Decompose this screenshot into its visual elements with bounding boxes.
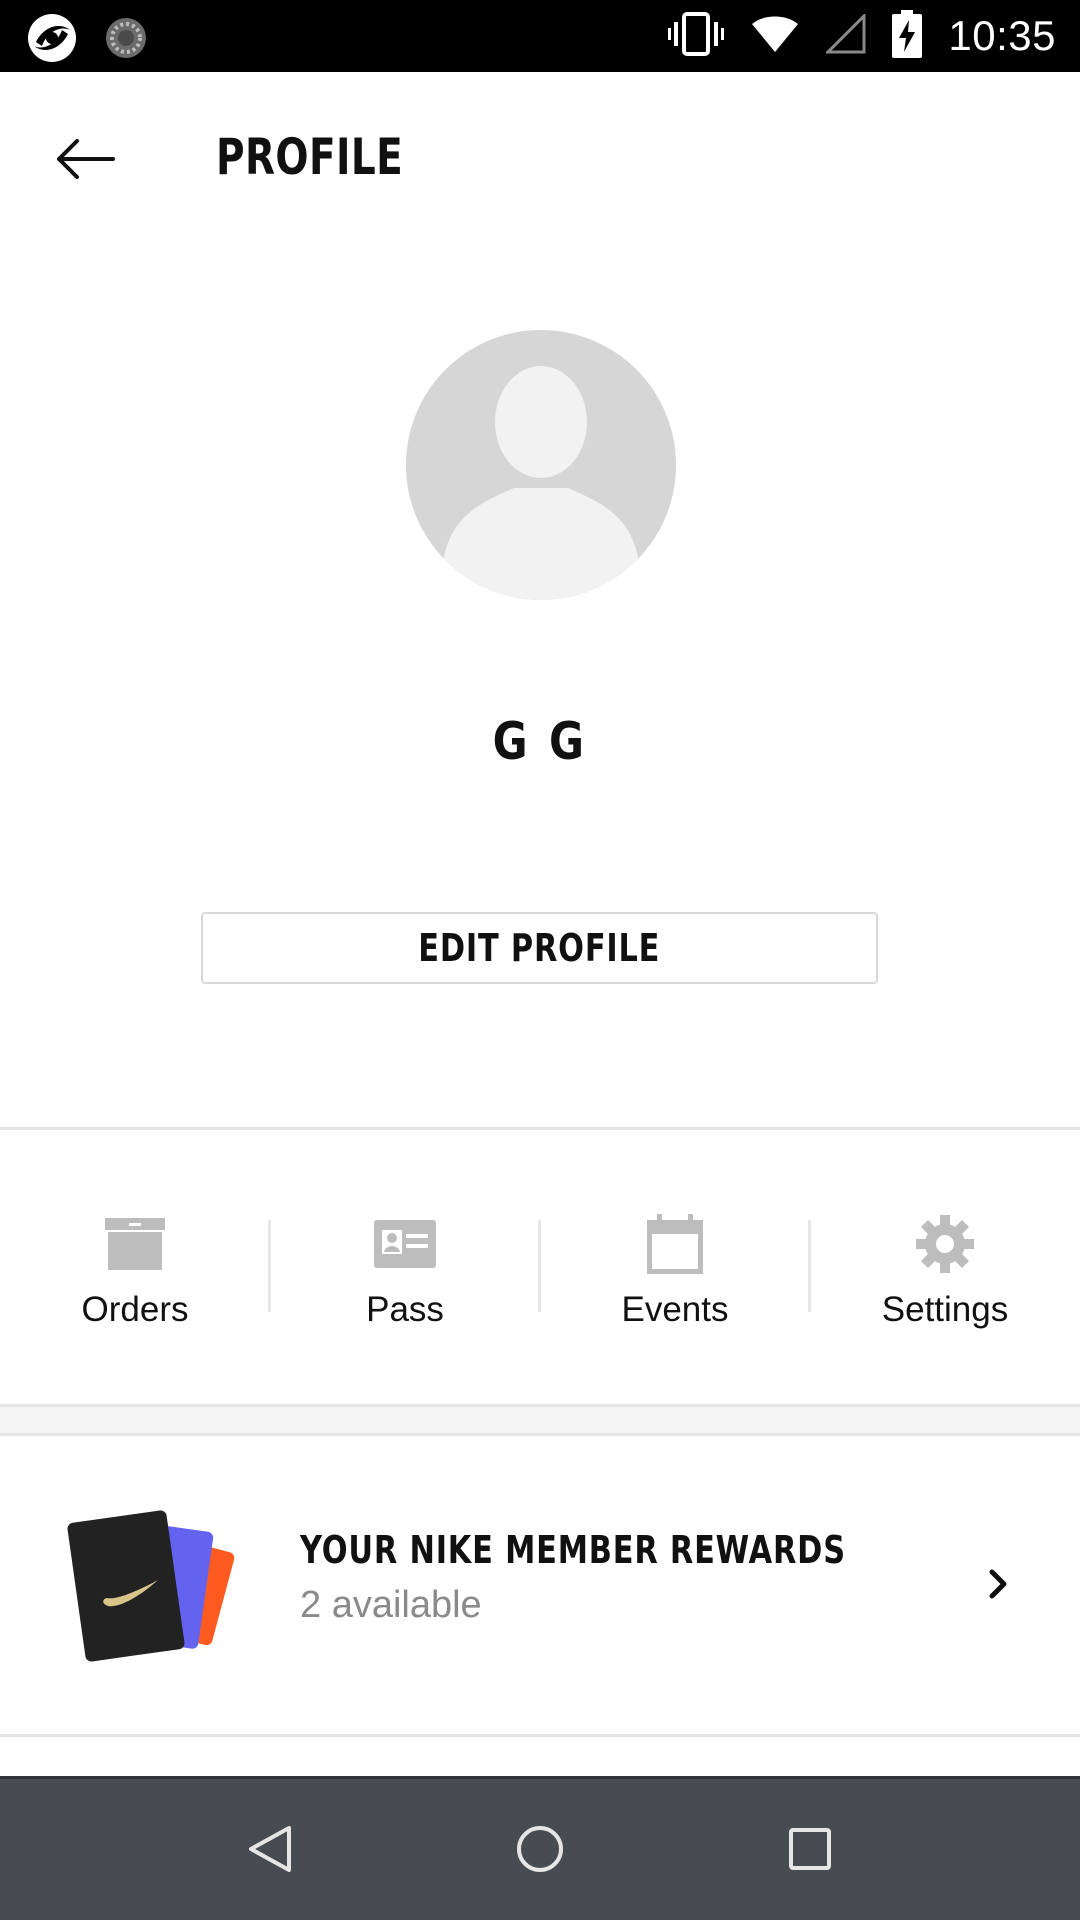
person-placeholder-icon — [406, 366, 676, 600]
quick-links: Orders Pass Events Settings — [0, 1130, 1080, 1402]
avatar[interactable] — [406, 330, 676, 600]
orders-link[interactable]: Orders — [0, 1130, 270, 1402]
page-title: PROFILE — [216, 128, 404, 186]
pass-link[interactable]: Pass — [270, 1130, 540, 1402]
reward-cards-icon — [66, 1506, 246, 1666]
back-button[interactable] — [40, 116, 130, 206]
battery-charging-icon — [892, 9, 923, 63]
orders-label: Orders — [81, 1290, 189, 1329]
user-name: G G — [492, 712, 588, 772]
box-icon — [75, 1204, 195, 1284]
app-bar: PROFILE — [0, 72, 1080, 242]
pass-label: Pass — [366, 1290, 444, 1329]
section-gap — [0, 1404, 1080, 1436]
nav-recents-button[interactable] — [770, 1811, 850, 1891]
wifi-icon — [750, 14, 800, 59]
vibrate-icon — [668, 11, 725, 61]
quick-link-separator — [808, 1220, 811, 1312]
clock: 10:35 — [948, 12, 1056, 59]
nav-back-button[interactable] — [230, 1811, 310, 1891]
nav-home-button[interactable] — [500, 1811, 580, 1891]
nav-recents-icon — [788, 1827, 832, 1876]
chevron-right-icon — [980, 1566, 1016, 1602]
quick-link-separator — [538, 1220, 541, 1312]
gear-icon — [885, 1204, 1005, 1284]
app-notification-icon — [26, 12, 78, 69]
nav-back-icon — [247, 1824, 293, 1879]
system-nav-bar — [0, 1776, 1080, 1920]
calendar-icon — [615, 1204, 735, 1284]
edit-profile-button[interactable]: EDIT PROFILE — [201, 912, 878, 984]
events-label: Events — [621, 1290, 729, 1329]
member-rewards-row[interactable]: YOUR NIKE MEMBER REWARDS 2 available — [0, 1436, 1080, 1734]
rewards-subtitle: 2 available — [300, 1584, 482, 1626]
settings-label: Settings — [881, 1290, 1009, 1329]
id-card-icon — [345, 1204, 465, 1284]
settings-link[interactable]: Settings — [810, 1130, 1080, 1402]
arrow-left-icon — [55, 137, 115, 186]
status-bar: 10:35 — [0, 0, 1080, 72]
rewards-title: YOUR NIKE MEMBER REWARDS — [300, 1528, 846, 1572]
quick-link-separator — [268, 1220, 271, 1312]
loading-notification-icon — [104, 16, 148, 65]
cell-signal-icon — [824, 11, 866, 59]
events-link[interactable]: Events — [540, 1130, 810, 1402]
section-divider — [0, 1734, 1080, 1737]
nav-home-icon — [515, 1824, 565, 1879]
edit-profile-label: EDIT PROFILE — [418, 926, 661, 970]
